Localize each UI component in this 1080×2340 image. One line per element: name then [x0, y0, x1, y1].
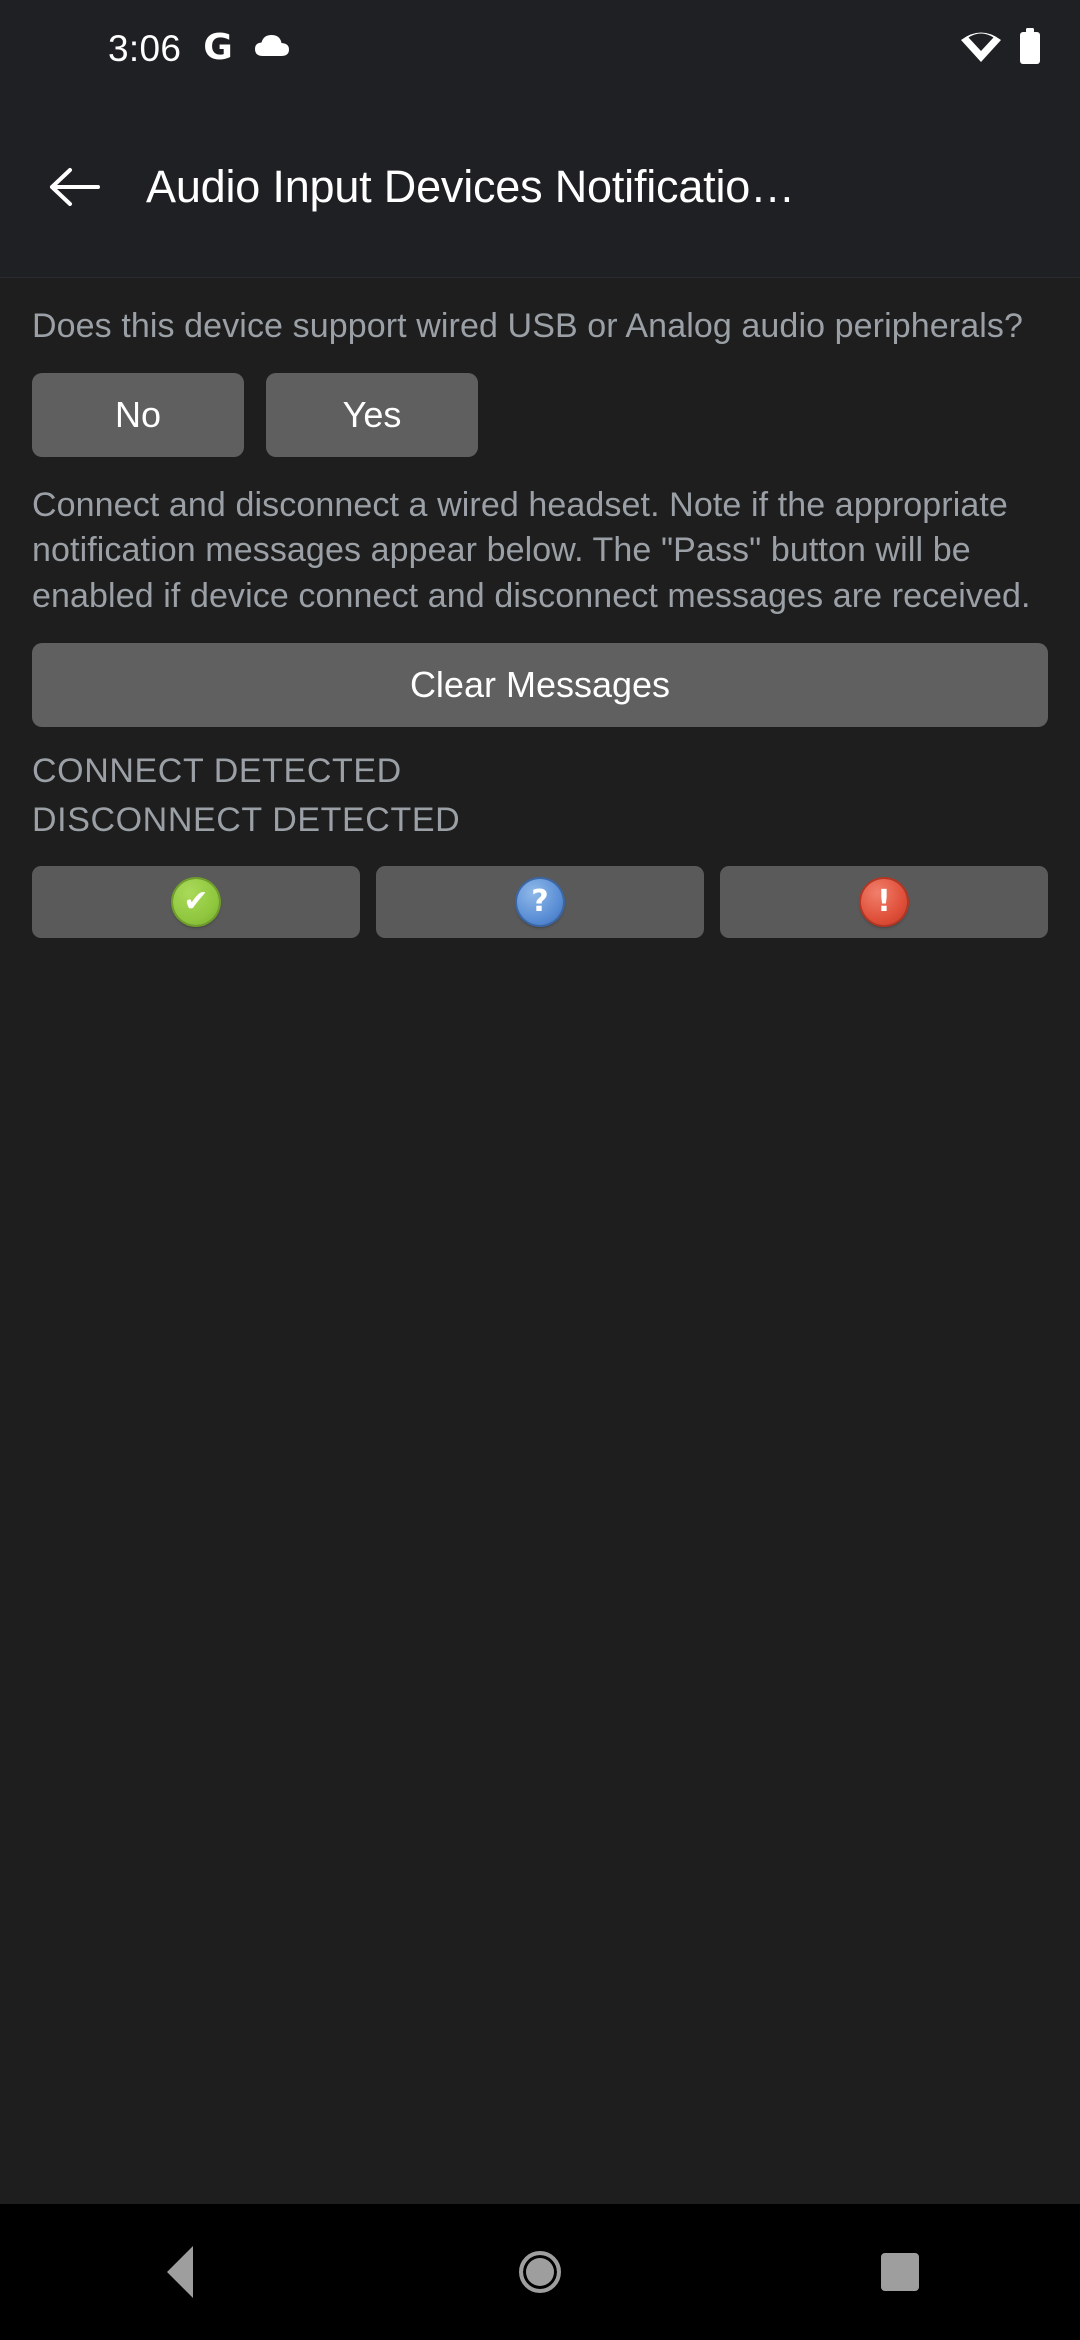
exclamation-icon: ! — [861, 879, 907, 926]
navigation-bar — [0, 2204, 1080, 2340]
nav-recents-icon[interactable] — [830, 2204, 970, 2340]
page-title: Audio Input Devices Notificatio… — [146, 160, 795, 212]
main-content: Does this device support wired USB or An… — [0, 278, 1080, 2204]
nav-home-icon[interactable] — [470, 2204, 610, 2340]
cloud-icon — [254, 34, 289, 63]
no-button[interactable]: No — [32, 373, 244, 458]
app-bar: Audio Input Devices Notificatio… — [0, 96, 1080, 278]
status-bar: 3:06 G — [0, 0, 1080, 96]
pass-button[interactable]: ✔ — [32, 866, 360, 939]
check-icon: ✔ — [173, 879, 219, 926]
yes-button[interactable]: Yes — [266, 373, 478, 458]
question-icon: ? — [517, 879, 563, 926]
wifi-icon — [960, 29, 1002, 68]
info-button[interactable]: ? — [376, 866, 704, 939]
choice-button-row: No Yes — [32, 373, 1048, 458]
log-line-connect: CONNECT DETECTED — [32, 751, 402, 790]
back-arrow-icon[interactable] — [22, 165, 126, 209]
clear-messages-button[interactable]: Clear Messages — [32, 642, 1048, 727]
status-bar-right — [960, 27, 1042, 69]
verdict-button-row: ✔ ? ! — [32, 866, 1048, 939]
support-question-text: Does this device support wired USB or An… — [32, 307, 1023, 345]
status-clock: 3:06 — [108, 27, 182, 69]
phone-screen: 3:06 G Audio Input Devices Notificatio… … — [0, 0, 1080, 2340]
nav-back-icon[interactable] — [110, 2204, 250, 2340]
battery-icon — [1018, 27, 1042, 69]
google-icon: G — [203, 27, 233, 68]
fail-button[interactable]: ! — [720, 866, 1048, 939]
log-line-disconnect: DISCONNECT DETECTED — [32, 800, 461, 839]
message-log: CONNECT DETECTED DISCONNECT DETECTED — [32, 747, 1048, 845]
instructions-text: Connect and disconnect a wired headset. … — [32, 486, 1031, 615]
status-bar-left: 3:06 G — [0, 30, 289, 67]
